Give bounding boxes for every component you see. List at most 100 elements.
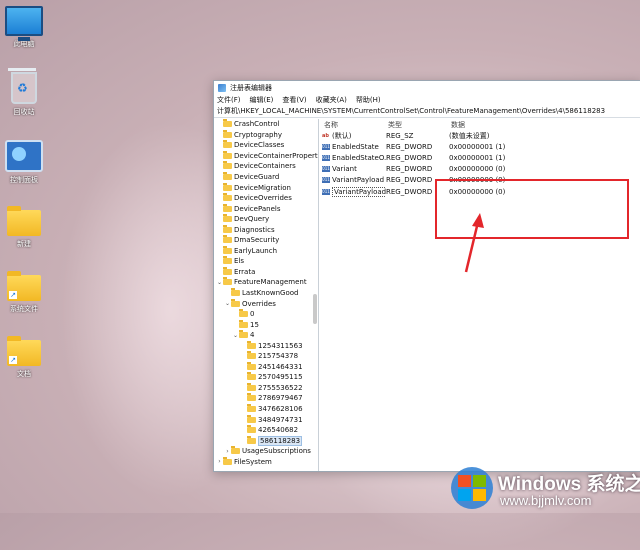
tree-item[interactable]: DeviceGuard [214,172,318,183]
recycle-bin-icon: ♻ [8,68,37,104]
tree-item[interactable]: › FileSystem [214,456,318,468]
folder-icon [7,206,41,236]
tree-expander-icon[interactable]: ⌄ [216,279,223,286]
values-pane[interactable]: 名称 类型 数据 ab (默认) REG_SZ (数值未设置) 011 EnabledSt… [319,119,640,471]
value-row[interactable]: 011 EnabledStateO... REG_DWORD 0x00000001 (… [319,152,640,163]
tree-expander-icon[interactable]: ⌄ [232,332,239,339]
tree-item-label: 2570495115 [258,373,303,382]
tree-item[interactable]: 15 [214,319,318,330]
menu-help[interactable]: 帮助(H) [356,95,381,105]
tree-item[interactable]: › UsageSubscriptions [214,446,318,457]
tree-item[interactable]: DevQuery [214,214,318,225]
folder-icon [223,129,232,138]
tree-item-label: FileSystem [234,457,272,466]
tree-item[interactable]: ⌄ Overrides [214,298,318,309]
folder-icon [231,288,240,297]
control-panel-icon [5,140,43,172]
tree-item[interactable]: Errata [214,266,318,278]
tree-item-label: 0 [250,310,255,319]
desktop-icon-control-panel[interactable]: 控制面板 [2,140,46,185]
tree-expander-icon[interactable]: › [216,458,223,465]
value-row[interactable]: 011 Variant REG_DWORD 0x00000000 (0) [319,164,640,175]
registry-editor-icon [218,83,226,92]
menu-edit[interactable]: 编辑(E) [250,95,274,105]
tree-item[interactable]: 2570495115 [214,372,318,383]
desktop-icon-label: 文档 [17,370,31,378]
tree-item[interactable]: DeviceClasses [214,140,318,151]
address-bar[interactable]: 计算机\HKEY_LOCAL_MACHINE\SYSTEM\CurrentCon… [214,106,640,118]
tree-item[interactable]: 0 [214,309,318,320]
desktop-icon-folder[interactable]: 新建 [2,206,46,249]
tree-item-label: LastKnownGood [242,289,299,298]
tree-item-label: 586118283 [258,435,303,446]
binary-value-icon: 011 [322,188,330,195]
tree-item[interactable]: EarlyLaunch [214,245,318,257]
tree-item[interactable]: DmaSecurity [214,235,318,246]
value-name: Variant [332,165,357,174]
value-name-cell: 011 EnabledStateO... [319,154,386,162]
tree-item-label: 426540682 [258,426,299,435]
tree-item[interactable]: 3476628106 [214,404,318,415]
menu-view[interactable]: 查看(V) [282,95,306,105]
menu-favorites[interactable]: 收藏夹(A) [316,95,347,105]
desktop-icon-label: 控制面板 [10,176,38,184]
tree-item[interactable]: 2786979467 [214,393,318,404]
desktop-icon-recycle-bin[interactable]: ♻ 回收站 [2,68,46,117]
folder-icon [223,150,232,159]
title-bar[interactable]: 注册表编辑器 [214,81,640,94]
key-tree[interactable]: CrashControl Cryptography DeviceClasses Dev… [214,119,319,471]
tree-item[interactable]: ⌄ FeatureManagement [214,277,318,288]
tree-item[interactable]: 426540682 [214,425,318,436]
folder-shortcut-icon: ↗ [7,271,41,301]
folder-icon [239,319,248,328]
value-type: REG_DWORD [386,142,433,151]
column-type[interactable]: 类型 [388,120,451,130]
desktop-icon-shortcut-1[interactable]: ↗ 系统文件 [2,271,46,314]
folder-icon [247,425,256,434]
tree-item[interactable]: DeviceContainers [214,161,318,172]
tree-item-label: Diagnostics [234,225,275,234]
tree-item-label: Overrides [242,299,276,308]
tree-item[interactable]: DeviceContainerPropertyUpda [214,150,318,162]
folder-icon [223,140,232,149]
tree-item[interactable]: 215754378 [214,351,318,362]
tree-item[interactable]: CrashControl [214,119,318,130]
tree-item[interactable]: 2451464331 [214,361,318,373]
tree-item[interactable]: Cryptography [214,129,318,141]
tree-item-label: 3476628106 [258,405,303,414]
folder-icon [223,256,232,265]
tree-item[interactable]: DevicePanels [214,203,318,214]
tree-item-label: DevQuery [234,215,270,224]
value-row[interactable]: ab (默认) REG_SZ (数值未设置) [319,130,640,141]
value-name-cell: ab (默认) [319,131,386,141]
value-data: 0x00000000 (0) [449,165,506,174]
value-row[interactable]: 011 EnabledState REG_DWORD 0x00000001 (1) [319,141,640,152]
tree-item[interactable]: 1254311563 [214,340,318,351]
folder-icon [223,224,232,233]
tree-item[interactable]: 3484974731 [214,414,318,425]
tree-item[interactable]: DeviceOverrides [214,193,318,204]
watermark: Windows 系统之家 www.bjjmlv.com [446,462,640,513]
tree-item[interactable]: Els [214,256,318,267]
tree-expander-icon[interactable]: ⌄ [224,300,231,307]
tree-item[interactable]: 2755536522 [214,382,318,394]
value-name: VariantPayload [332,176,385,185]
tree-item[interactable]: Diagnostics [214,224,318,235]
column-name[interactable]: 名称 [319,120,388,130]
column-data[interactable]: 数据 [451,120,531,130]
tree-item[interactable]: ⌄ 4 [214,330,318,341]
tree-expander-icon[interactable]: › [224,448,231,455]
folder-icon [247,351,256,360]
tree-item-label: DmaSecurity [234,236,280,245]
tree-item[interactable]: 586118283 [214,435,318,446]
tree-item-label: DeviceClasses [234,141,285,150]
tree-item[interactable]: DeviceMigration [214,182,318,193]
folder-icon [223,235,232,244]
tree-item[interactable]: LastKnownGood [214,288,318,299]
desktop-icon-shortcut-2[interactable]: ↗ 文档 [2,336,46,379]
desktop-icon-this-pc[interactable]: 此电脑 [2,6,46,49]
folder-icon [247,361,256,370]
registry-editor-window[interactable]: 注册表编辑器 文件(F) 编辑(E) 查看(V) 收藏夹(A) 帮助(H) 计算… [213,80,640,472]
folder-icon [223,193,232,202]
menu-file[interactable]: 文件(F) [217,95,241,105]
